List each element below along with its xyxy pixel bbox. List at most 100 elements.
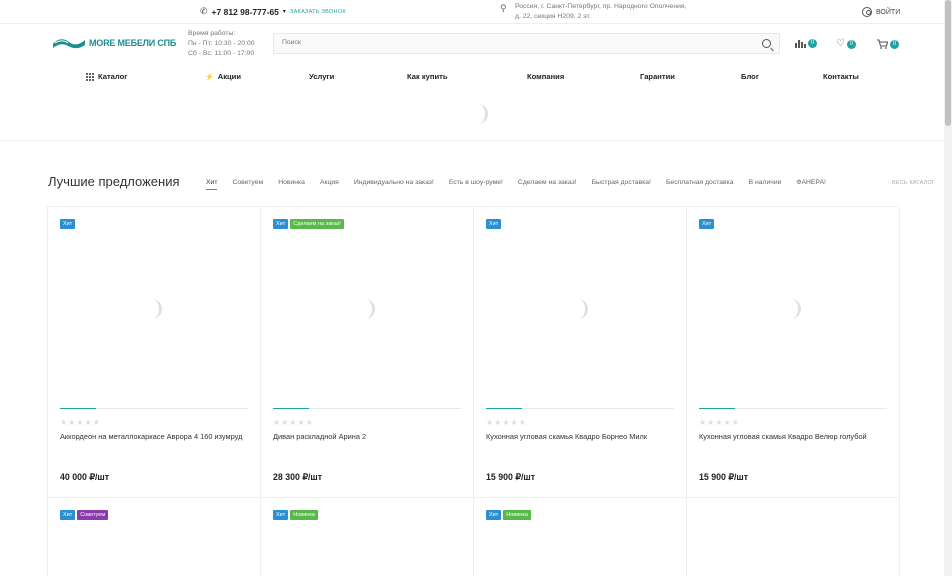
logo-text: MORE МЕБЕЛИ СПБ (89, 38, 177, 48)
search-icon[interactable] (762, 39, 771, 48)
login-button[interactable]: ВОЙТИ (862, 7, 900, 17)
user-icon (862, 7, 872, 17)
sticker-recommended: Советуем (77, 510, 109, 520)
heart-icon: ♡ (836, 38, 845, 49)
nav-item-contacts[interactable]: Контакты (823, 72, 859, 81)
image-pagination[interactable] (486, 408, 674, 409)
tab-made-to-order[interactable]: Сделаем на заказ! (518, 179, 577, 190)
nav-item-promo[interactable]: ⚡ Акции (205, 72, 241, 81)
loading-spinner-icon (148, 299, 162, 319)
address-line-1: Россия, г. Санкт-Петербург, пр. Народног… (515, 3, 687, 10)
hours-title: Время работы: (188, 30, 236, 37)
product-grid: Хит ★ ★ ★ ★ ★ Аккордеон на металлокаркасе Ав… (47, 206, 900, 576)
product-price: 15 900 ₽/шт (486, 472, 536, 482)
favorites-count-badge: 0 (846, 39, 856, 49)
tab-hit[interactable]: Хит (206, 179, 218, 190)
product-card[interactable]: Хит Новинка (261, 498, 474, 576)
loading-spinner-icon (474, 104, 488, 124)
sticker-group: Хит Новинка (486, 510, 531, 520)
tab-recommended[interactable]: Советуем (232, 179, 263, 190)
nav-item-catalog[interactable]: Каталог (86, 72, 127, 81)
favorites-button[interactable]: ♡ 0 (836, 39, 856, 49)
address: Россия, г. Санкт-Петербург, пр. Народног… (515, 2, 715, 22)
loading-spinner-icon (787, 299, 801, 319)
nav-item-how-to-buy[interactable]: Как купить (407, 72, 448, 81)
tab-fast-delivery[interactable]: Быстрая доставка! (592, 179, 651, 190)
compare-button[interactable]: 0 (795, 39, 817, 48)
product-card[interactable]: Хит ★ ★ ★ ★ ★ Кухонная угловая скамья Квадро… (687, 207, 900, 498)
tab-free-delivery[interactable]: Бесплатная доставка (666, 179, 734, 190)
cart-count-badge: 0 (890, 39, 899, 49)
sticker-hit: Хит (60, 510, 76, 520)
product-card[interactable]: Хит Советуем (48, 498, 261, 576)
sticker-group: Хит (699, 219, 715, 229)
compare-count-badge: 0 (808, 39, 817, 48)
phone-number[interactable]: +7 812 98-777-65 (212, 7, 279, 17)
sticker-new: Новинка (503, 510, 531, 520)
search-input[interactable] (282, 39, 742, 46)
nav-item-services[interactable]: Услуги (309, 72, 334, 81)
tab-custom-order[interactable]: Индивидуально на заказ! (354, 179, 434, 190)
image-pagination[interactable] (699, 408, 887, 409)
product-name[interactable]: Кухонная угловая скамья Квадро Велюр гол… (699, 431, 887, 444)
all-catalog-link[interactable]: ВЕСЬ КАТАЛОГ (892, 180, 935, 186)
sticker-hit: Хит (486, 510, 502, 520)
nav-item-company[interactable]: Компания (527, 72, 564, 81)
sticker-group: Хит (486, 219, 502, 229)
product-name[interactable]: Диван раскладной Арина 2 (273, 431, 461, 444)
cart-button[interactable]: 0 (877, 39, 899, 49)
sticker-group: Хит (60, 219, 76, 229)
phone-block[interactable]: ✆ +7 812 98-777-65 ▾ (200, 6, 286, 17)
wave-logo-icon (53, 39, 85, 49)
location-pin-icon: ⚲ (500, 3, 507, 13)
sticker-hit: Хит (699, 219, 715, 229)
image-pagination[interactable] (60, 408, 248, 409)
tab-showroom[interactable]: Есть в шоу-руме! (449, 179, 503, 190)
scrollbar[interactable] (944, 0, 952, 576)
hours-weekend: Сб - Вс: 11:00 - 17:00 (188, 50, 255, 57)
tab-sale[interactable]: Акция (320, 179, 339, 190)
phone-icon: ✆ (200, 6, 208, 16)
login-label: ВОЙТИ (876, 8, 901, 16)
rating-stars: ★ ★ ★ ★ ★ (60, 418, 100, 427)
cart-icon (877, 39, 888, 49)
logo[interactable]: MORE МЕБЕЛИ СПБ (52, 37, 176, 49)
chevron-down-icon[interactable]: ▾ (283, 8, 286, 15)
hours-weekdays: Пн - Пт: 10:30 - 20:00 (188, 40, 255, 47)
rating-stars: ★ ★ ★ ★ ★ (273, 418, 313, 427)
product-name[interactable]: Кухонная угловая скамья Квадро Борнео Ми… (486, 431, 674, 444)
product-price: 15 900 ₽/шт (699, 472, 749, 482)
nav-item-blog[interactable]: Блог (741, 72, 759, 81)
rating-stars: ★ ★ ★ ★ ★ (699, 418, 739, 427)
product-price: 40 000 ₽/шт (60, 472, 110, 482)
loading-spinner-icon (361, 299, 375, 319)
scrollbar-thumb[interactable] (945, 0, 951, 126)
rating-stars: ★ ★ ★ ★ ★ (486, 418, 526, 427)
sticker-group: Хит Советуем (60, 510, 109, 520)
image-pagination[interactable] (273, 408, 461, 409)
main-nav: Каталог ⚡ Акции Услуги Как купить Компан… (0, 68, 944, 86)
working-hours: Время работы: Пн - Пт: 10:30 - 20:00 Сб … (188, 29, 255, 59)
grid-icon (86, 72, 94, 81)
product-card[interactable]: Хит Сделаем на заказ! ★ ★ ★ ★ ★ Диван раскла… (261, 207, 474, 498)
address-line-2: д. 22, секция Н209, 2 эт. (515, 13, 591, 20)
product-price: 28 300 ₽/шт (273, 472, 323, 482)
nav-label-catalog: Каталог (98, 72, 128, 81)
loading-spinner-icon (574, 299, 588, 319)
tab-new[interactable]: Новинка (278, 179, 305, 190)
sticker-group: Хит Новинка (273, 510, 318, 520)
product-card[interactable]: Хит Новинка (474, 498, 687, 576)
nav-item-guarantees[interactable]: Гарантии (640, 72, 675, 81)
product-card[interactable]: Хит ★ ★ ★ ★ ★ Аккордеон на металлокаркасе Ав… (48, 207, 261, 498)
tab-plywood[interactable]: ФАНЕРА! (796, 179, 826, 190)
tab-in-stock[interactable]: В наличии (749, 179, 782, 190)
nav-label-promo: Акции (217, 72, 242, 81)
sticker-hit: Хит (273, 219, 289, 229)
divider (0, 140, 944, 141)
sticker-hit: Хит (273, 510, 289, 520)
top-bar: ✆ +7 812 98-777-65 ▾ ЗАКАЗАТЬ ЗВОНОК ⚲ Р… (0, 0, 944, 24)
product-name[interactable]: Аккордеон на металлокаркасе Аврора 4 160… (60, 431, 248, 444)
callback-link[interactable]: ЗАКАЗАТЬ ЗВОНОК (290, 9, 346, 15)
section-title: Лучшие предложения (48, 174, 180, 189)
product-card[interactable]: Хит ★ ★ ★ ★ ★ Кухонная угловая скамья Квадро… (474, 207, 687, 498)
